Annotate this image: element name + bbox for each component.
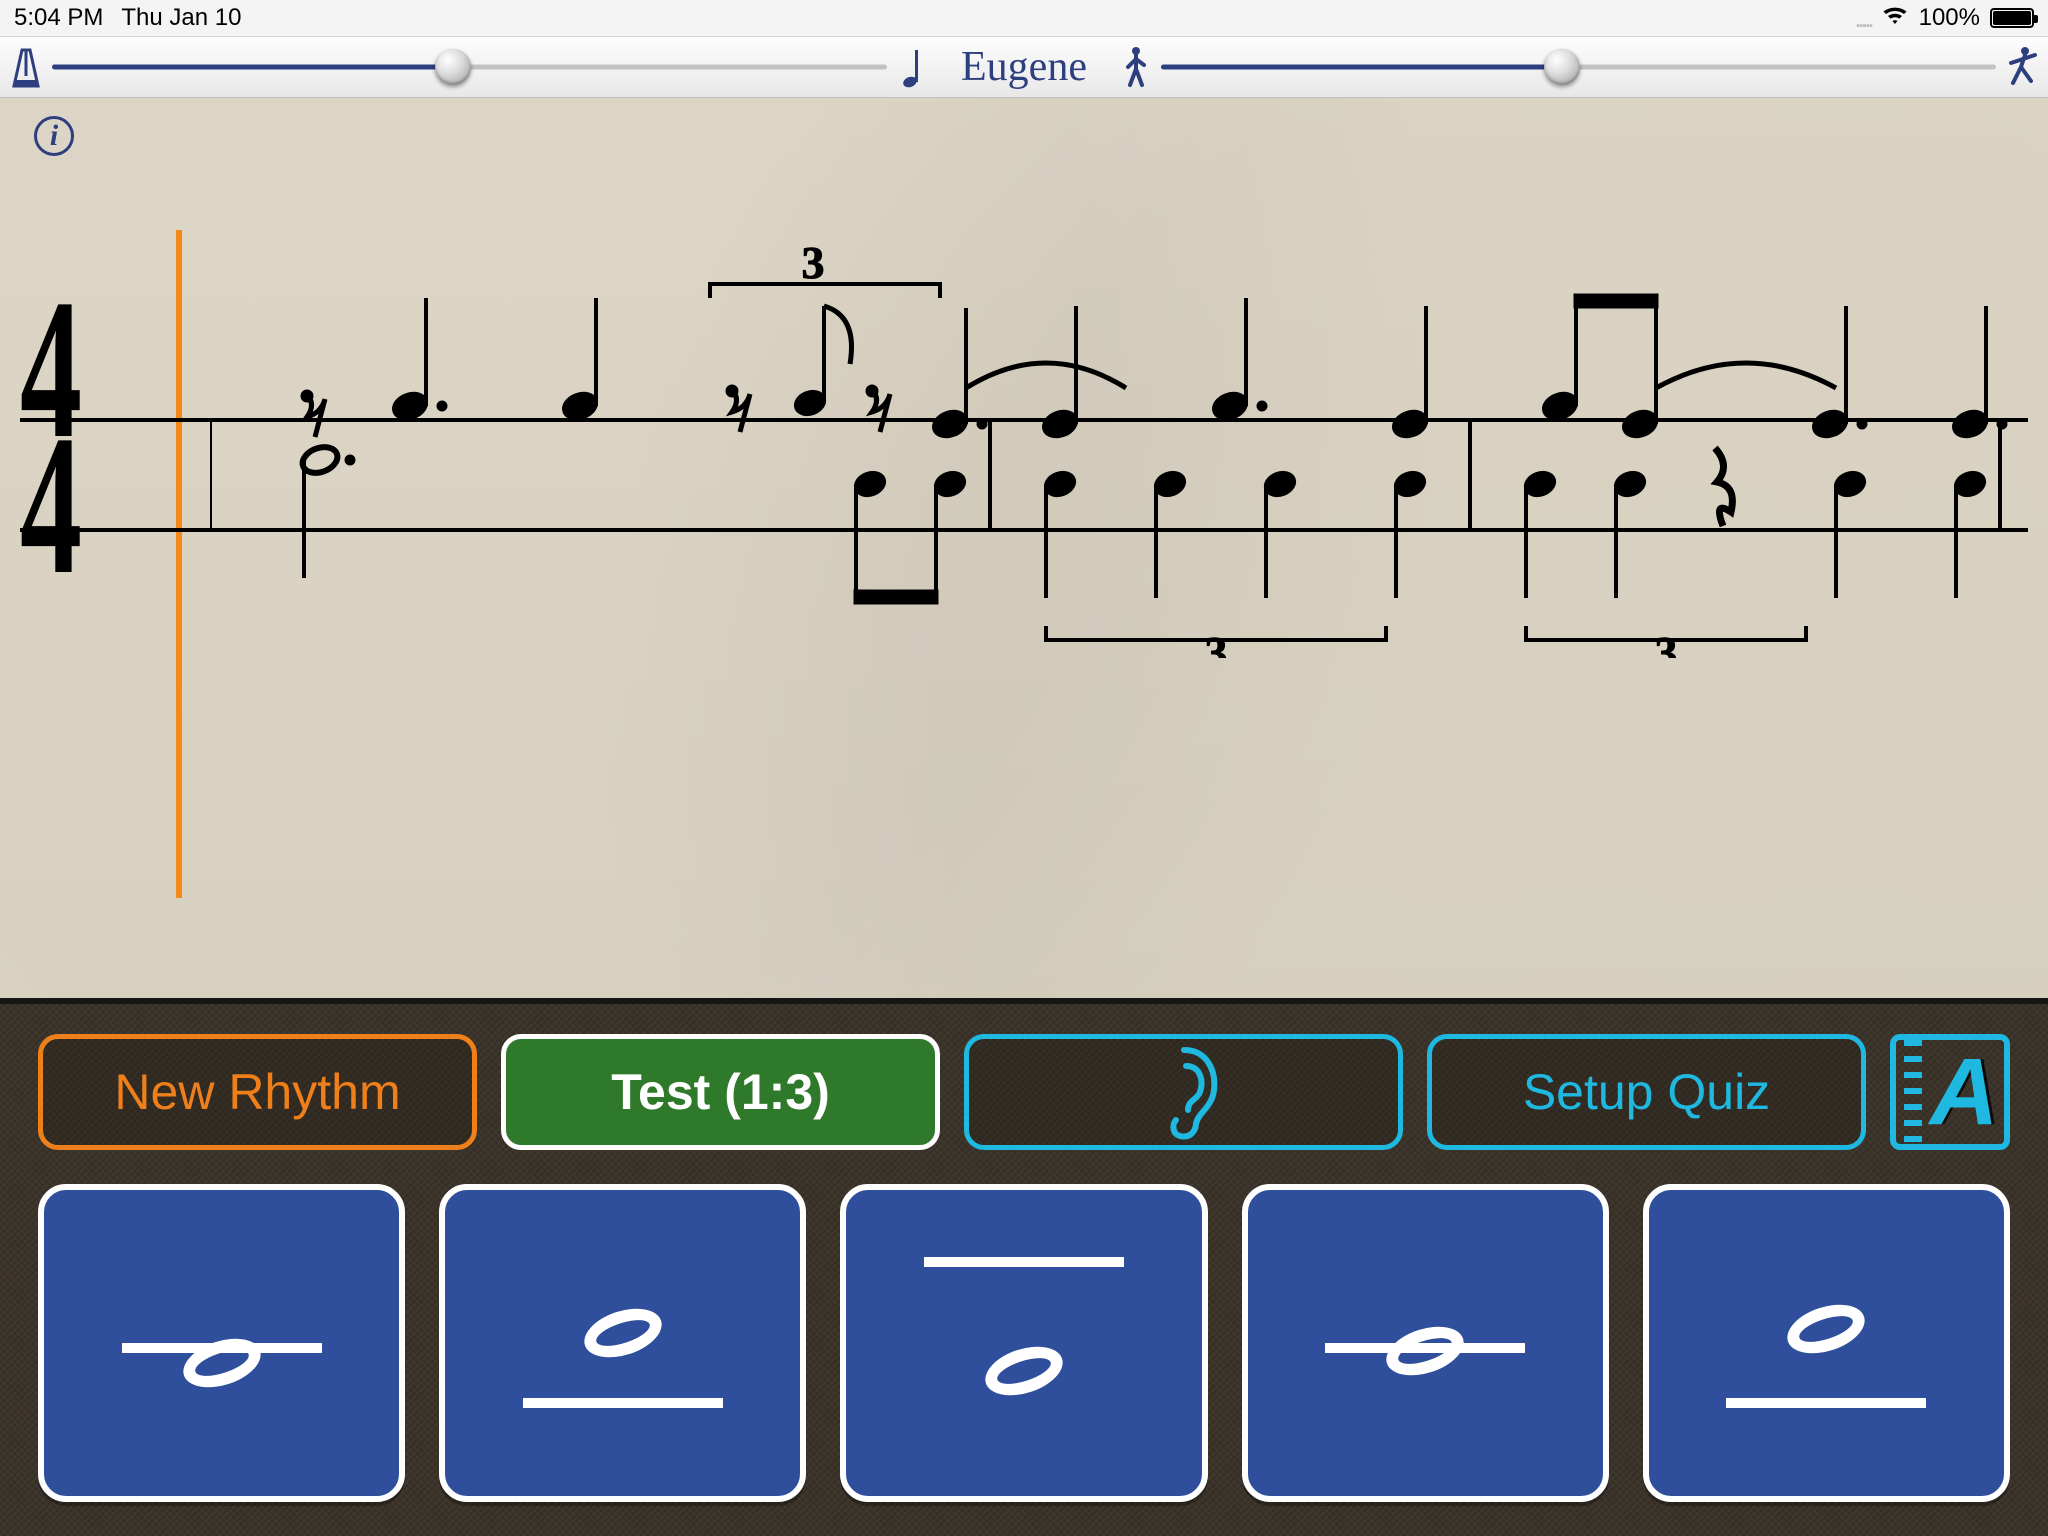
timesig-bottom: 4 <box>20 438 77 574</box>
tap-pad-5[interactable] <box>1643 1184 2010 1502</box>
tempo-slider-left[interactable] <box>52 49 887 85</box>
tap-pad-1[interactable] <box>38 1184 405 1502</box>
side-a-label: A <box>1930 1038 1997 1147</box>
half-note-icon <box>1385 1329 1465 1373</box>
walk-icon <box>1117 45 1153 89</box>
tap-pad-3[interactable] <box>840 1184 1207 1502</box>
time-signature: 4 4 <box>20 302 77 574</box>
side-a-tab[interactable]: A <box>1890 1034 2010 1150</box>
run-icon <box>2004 45 2040 89</box>
tap-pad-2[interactable] <box>439 1184 806 1502</box>
tap-pad-4[interactable] <box>1242 1184 1609 1502</box>
metronome-icon[interactable] <box>8 45 44 89</box>
half-note-icon <box>583 1311 663 1355</box>
tempo-slider-right[interactable] <box>1161 49 1996 85</box>
score-area: i 4 4 <box>0 98 2048 1004</box>
pad-row <box>38 1184 2010 1502</box>
half-note-icon <box>984 1349 1064 1393</box>
music-notation: 3 <box>210 238 2010 658</box>
status-bar: 5:04 PM Thu Jan 10 ..... 100% <box>0 0 2048 36</box>
battery-icon <box>1990 8 2034 28</box>
status-battery-pct: 100% <box>1919 4 1980 32</box>
test-button[interactable]: Test (1:3) <box>501 1034 940 1150</box>
setup-quiz-button[interactable]: Setup Quiz <box>1427 1034 1866 1150</box>
listen-button[interactable] <box>964 1034 1403 1150</box>
status-date: Thu Jan 10 <box>121 4 241 32</box>
info-button[interactable]: i <box>34 116 74 156</box>
wifi-icon <box>1881 4 1909 33</box>
app-title: Eugene <box>939 46 1109 88</box>
half-note-icon <box>1786 1307 1866 1351</box>
button-row: New Rhythm Test (1:3) Setup Quiz A <box>38 1034 2010 1150</box>
ear-icon <box>1141 1042 1227 1142</box>
status-time: 5:04 PM <box>14 4 103 32</box>
new-rhythm-button[interactable]: New Rhythm <box>38 1034 477 1150</box>
svg-text:3: 3 <box>1655 627 1678 658</box>
quarter-note-icon <box>895 45 931 89</box>
bottom-panel: New Rhythm Test (1:3) Setup Quiz A <box>0 1004 2048 1536</box>
top-toolbar: Eugene <box>0 36 2048 98</box>
playhead <box>176 230 182 898</box>
svg-text:3: 3 <box>1205 627 1228 658</box>
binder-rings-icon <box>1904 1040 1922 1144</box>
half-note-icon <box>182 1341 262 1385</box>
status-dots-icon: ..... <box>1854 3 1870 34</box>
svg-text:3: 3 <box>802 238 825 288</box>
